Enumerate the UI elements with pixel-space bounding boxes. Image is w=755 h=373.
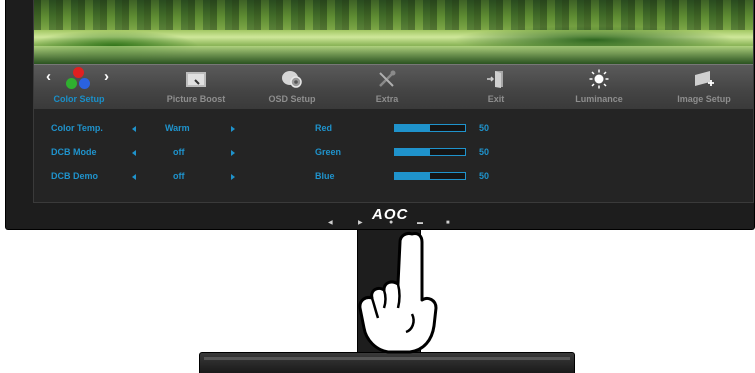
chevron-right-icon[interactable]: › [104,69,109,84]
red-slider[interactable] [394,124,466,132]
monitor-stand-base [199,352,575,373]
source-button[interactable]: ■ [446,220,450,226]
setting-value-dcb-demo[interactable]: off [173,171,185,181]
bezel-bottom-strip: AOC ◀ ▶ ● ▬ ■ [33,202,752,228]
rgb-dots-icon [66,67,92,91]
green-slider[interactable] [394,148,466,156]
tab-label: Luminance [575,94,623,104]
tools-icon [379,70,396,87]
exit-door-icon [487,71,503,88]
wallpaper-water [34,46,753,64]
tab-osd-setup[interactable]: OSD Setup [250,65,334,109]
wallpaper-treeline [34,0,753,30]
osd-setup-icon [282,71,302,88]
tab-exit[interactable]: Exit [468,65,524,109]
tab-label: Extra [375,94,399,104]
setting-label-dcb-mode: DCB Mode [51,147,97,157]
tab-image-setup[interactable]: Image Setup [660,65,748,109]
tab-label: Picture Boost [166,94,226,104]
increase-arrow-icon[interactable] [231,174,235,180]
setting-label-dcb-demo: DCB Demo [51,171,99,181]
setting-value-color-temp[interactable]: Warm [165,123,190,133]
monitor-bezel: ‹ › Color Setup Picture Boost OSD Setup … [5,0,755,230]
picture-boost-icon [186,72,206,87]
slider-label-red: Red [315,123,333,133]
decrease-arrow-icon[interactable] [132,126,136,132]
slider-value-green: 50 [479,147,490,157]
monitor-screen: ‹ › Color Setup Picture Boost OSD Setup … [33,0,754,203]
tab-label: Exit [487,94,505,104]
right-arrow-button[interactable]: ▶ [358,220,363,226]
desktop-wallpaper [34,0,753,64]
chevron-left-icon[interactable]: ‹ [46,69,51,84]
tab-luminance[interactable]: Luminance [560,65,638,109]
pointing-hand-icon [358,232,438,354]
decrease-arrow-icon[interactable] [132,174,136,180]
power-button[interactable]: ● [389,219,393,226]
left-arrow-button[interactable]: ◀ [328,220,333,226]
color-setup-panel: Color Temp. Warm DCB Mode off DCB Demo o… [34,109,753,202]
image-setup-icon [695,71,714,86]
tab-label: Image Setup [677,94,731,104]
tab-color-setup[interactable]: ‹ › Color Setup [38,65,120,109]
osd-menu-tabs: ‹ › Color Setup Picture Boost OSD Setup … [34,64,753,110]
setting-value-dcb-mode[interactable]: off [173,147,185,157]
tab-label: OSD Setup [268,94,316,104]
slider-label-green: Green [315,147,342,157]
slider-value-red: 50 [479,123,490,133]
setting-label-color-temp: Color Temp. [51,123,103,133]
slider-value-blue: 50 [479,171,490,181]
menu-button[interactable]: ▬ [417,220,423,226]
blue-slider[interactable] [394,172,466,180]
slider-label-blue: Blue [315,171,335,181]
tab-extra[interactable]: Extra [354,65,420,109]
sun-icon [589,69,609,89]
increase-arrow-icon[interactable] [231,126,235,132]
tab-picture-boost[interactable]: Picture Boost [146,65,246,109]
tab-label: Color Setup [53,94,105,104]
decrease-arrow-icon[interactable] [132,150,136,156]
increase-arrow-icon[interactable] [231,150,235,156]
